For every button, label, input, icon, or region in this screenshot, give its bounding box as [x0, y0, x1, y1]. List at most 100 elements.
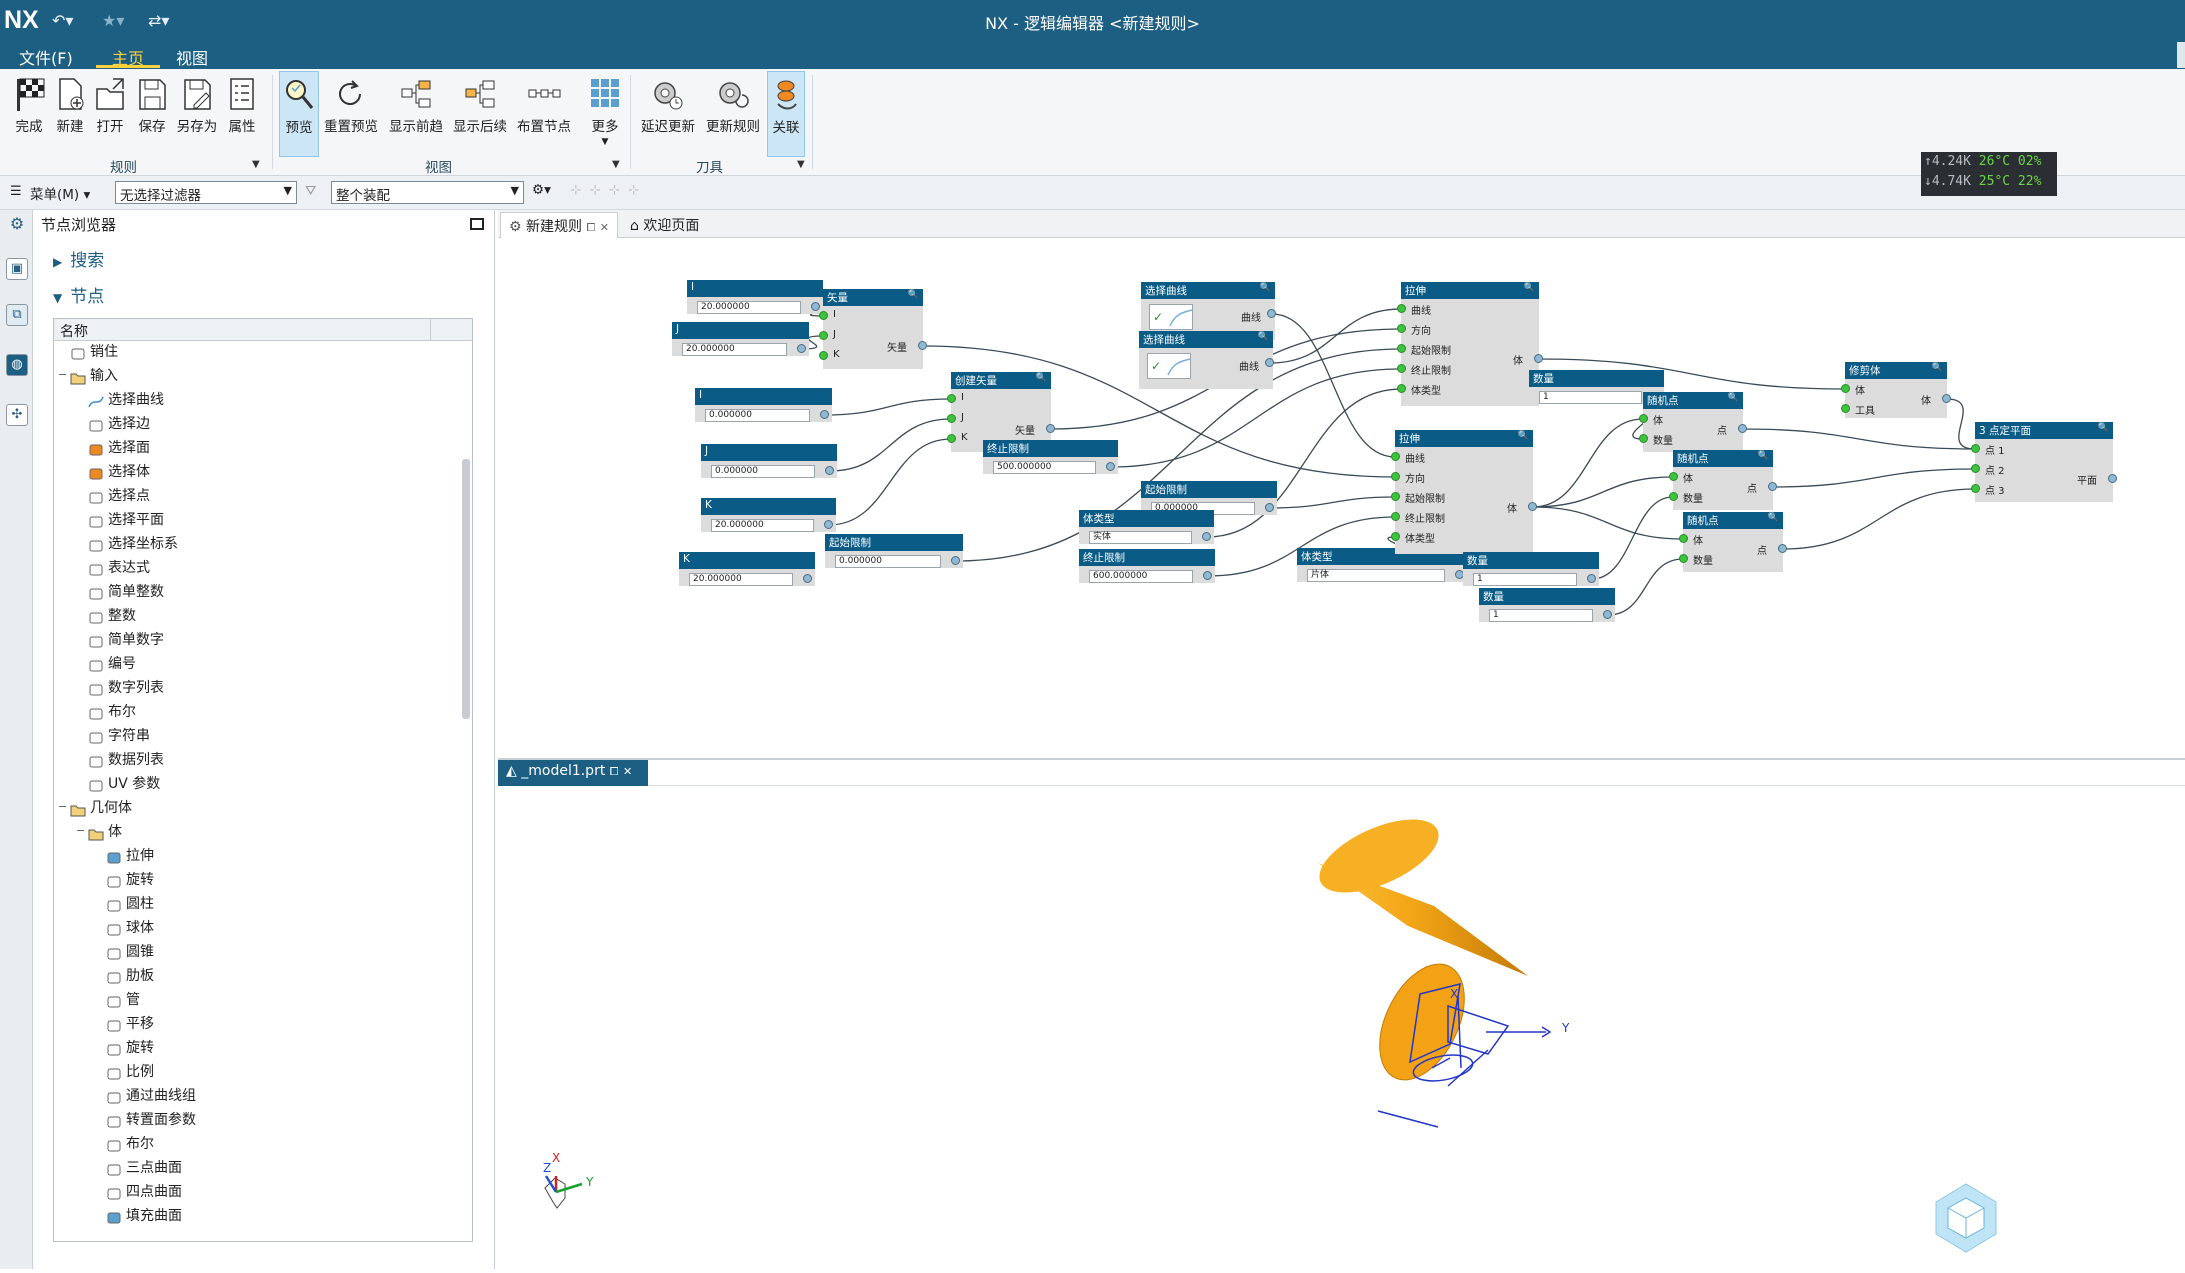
graph-node[interactable]: 体类型 实体 — [1079, 510, 1214, 544]
node-value-field[interactable]: 20.000000 — [682, 343, 787, 356]
output-pin[interactable] — [918, 341, 927, 350]
group-rule-dropdown-icon[interactable]: ▼ — [252, 159, 260, 170]
tree-item[interactable]: 旋转 — [54, 1037, 454, 1061]
new-button[interactable]: 新建 — [50, 71, 90, 157]
menu-file[interactable]: 文件(F) — [19, 45, 73, 69]
graph-node[interactable]: 选择曲线 🔍 ✓ 曲线 — [1139, 331, 1274, 389]
input-pin[interactable] — [1391, 492, 1400, 501]
output-pin[interactable] — [1942, 394, 1951, 403]
tree-item[interactable]: 填充曲面 — [54, 1205, 454, 1229]
open-button[interactable]: 打开 — [90, 71, 130, 157]
curve-preview-icon[interactable]: ✓ — [1147, 353, 1191, 379]
graph-node[interactable]: 终止限制 500.000000 — [983, 440, 1118, 474]
search-section[interactable]: ▶ 搜索 — [53, 246, 104, 271]
output-pin[interactable] — [1528, 502, 1537, 511]
selection-options-icon[interactable]: ⚙▾ — [532, 182, 551, 198]
tree-item[interactable]: UV 参数 — [54, 773, 454, 797]
graph-node[interactable]: K 20.000000 — [679, 552, 815, 586]
tree-item[interactable]: 通过曲线组 — [54, 1085, 454, 1109]
associate-button[interactable]: 关联 — [767, 71, 805, 157]
graph-node[interactable]: K 20.000000 — [701, 498, 836, 532]
output-pin[interactable] — [1768, 482, 1777, 491]
type-filter-select[interactable]: 无选择过滤器 ▼ — [115, 181, 297, 204]
tab-welcome[interactable]: ⌂ 欢迎页面 — [622, 212, 707, 238]
node-value-field[interactable]: 20.000000 — [697, 301, 801, 314]
node-header[interactable]: J — [672, 322, 809, 339]
input-pin[interactable] — [819, 351, 828, 360]
tree-item[interactable]: − 输入 — [54, 365, 454, 389]
input-pin[interactable] — [1669, 472, 1678, 481]
tab-new-rule[interactable]: ⚙ 新建规则 ⧠ ✕ — [500, 212, 618, 238]
graphics-window[interactable]: Y X Z X Y — [498, 786, 2185, 1269]
output-pin[interactable] — [1265, 358, 1274, 367]
connection-wire[interactable] — [1742, 428, 1976, 450]
node-header[interactable]: 拉伸 🔍 — [1401, 282, 1539, 299]
gear-icon[interactable]: ⚙ — [6, 214, 28, 236]
node-header[interactable]: 随机点 🔍 — [1673, 450, 1773, 467]
node-search-icon[interactable]: 🔍 — [1932, 363, 1943, 373]
tree-header-name[interactable]: 名称 — [54, 319, 472, 341]
graph-node[interactable]: 随机点 🔍 体数量 点 — [1679, 512, 1787, 572]
output-pin[interactable] — [1534, 354, 1543, 363]
input-pin[interactable] — [1391, 512, 1400, 521]
tree-item[interactable]: 简单数字 — [54, 629, 454, 653]
show-successors-button[interactable]: 显示后续 — [449, 71, 511, 157]
input-pin[interactable] — [1971, 484, 1980, 493]
tree-item[interactable]: 转置面参数 — [54, 1109, 454, 1133]
tree-item[interactable]: 圆柱 — [54, 893, 454, 917]
output-pin[interactable] — [1778, 544, 1787, 553]
node-header[interactable]: 矢量 🔍 — [823, 289, 923, 306]
node-header[interactable]: 终止限制 — [1079, 549, 1215, 566]
input-pin[interactable] — [1679, 534, 1688, 543]
tree-item[interactable]: 简单整数 — [54, 581, 454, 605]
tree-item[interactable]: 四点曲面 — [54, 1181, 454, 1205]
input-pin[interactable] — [1971, 444, 1980, 453]
tree-item[interactable]: 销住 — [54, 341, 454, 365]
update-rule-button[interactable]: 更新规则 — [702, 71, 764, 157]
node-value-field[interactable]: 600.000000 — [1089, 570, 1193, 583]
graph-node[interactable]: 随机点 🔍 体数量 点 — [1639, 392, 1747, 452]
delay-update-button[interactable]: 延迟更新 — [638, 71, 698, 157]
tree-item[interactable]: 圆锥 — [54, 941, 454, 965]
node-header[interactable]: 3 点定平面 🔍 — [1975, 422, 2113, 439]
preview-button[interactable]: 预览 — [279, 71, 319, 157]
curve-preview-icon[interactable]: ✓ — [1149, 304, 1193, 330]
connection-wire[interactable] — [828, 438, 952, 526]
cylinder-body[interactable] — [1309, 804, 1528, 1093]
connection-wire[interactable] — [1772, 468, 1976, 488]
collapse-toggle-icon[interactable]: − — [58, 369, 68, 380]
node-search-icon[interactable]: 🔍 — [1036, 373, 1047, 383]
tree-item[interactable]: 拉伸 — [54, 845, 454, 869]
output-pin[interactable] — [803, 574, 812, 583]
node-value-field[interactable]: 500.000000 — [993, 461, 1096, 474]
output-pin[interactable] — [1046, 424, 1055, 433]
input-pin[interactable] — [1397, 344, 1406, 353]
graph-node[interactable]: 数量 1 — [1479, 588, 1615, 622]
graph-node[interactable]: 3 点定平面 🔍 点 1 点 2 点 3 平面 — [1971, 422, 2117, 502]
output-pin[interactable] — [1265, 503, 1274, 512]
arrange-nodes-button[interactable]: 布置节点 — [513, 71, 575, 157]
node-search-icon[interactable]: 🔍 — [1728, 393, 1739, 403]
close-icon[interactable]: ✕ — [600, 221, 609, 234]
tree-item[interactable]: 选择点 — [54, 485, 454, 509]
tree-item[interactable]: 管 — [54, 989, 454, 1013]
graph-node[interactable]: 矢量 🔍 I J K 矢量 — [819, 289, 927, 369]
input-pin[interactable] — [1391, 472, 1400, 481]
view-cube-icon[interactable] — [1935, 1183, 1997, 1253]
menu-view[interactable]: 视图 — [176, 45, 208, 69]
node-value-field[interactable]: 1 — [1539, 391, 1642, 404]
output-pin[interactable] — [825, 466, 834, 475]
graph-node[interactable]: I 20.000000 — [687, 280, 823, 314]
group-tool-dropdown-icon[interactable]: ▼ — [797, 159, 805, 170]
node-header[interactable]: 随机点 🔍 — [1683, 512, 1783, 529]
graph-node[interactable]: 拉伸 🔍 曲线 方向 起始限制 终止限制 体类型 体 — [1391, 430, 1537, 554]
assembly-scope-select[interactable]: 整个装配 ▼ — [331, 181, 524, 204]
node-header[interactable]: K — [701, 498, 836, 515]
part-navigator-icon[interactable]: ▣ — [6, 258, 28, 280]
node-value-field[interactable]: 1 — [1489, 609, 1593, 622]
tree-item[interactable]: 数字列表 — [54, 677, 454, 701]
node-value-field[interactable]: 1 — [1473, 573, 1577, 586]
properties-button[interactable]: 属性 — [222, 71, 262, 157]
graph-node[interactable]: J 20.000000 — [672, 322, 809, 356]
input-pin[interactable] — [1669, 492, 1678, 501]
